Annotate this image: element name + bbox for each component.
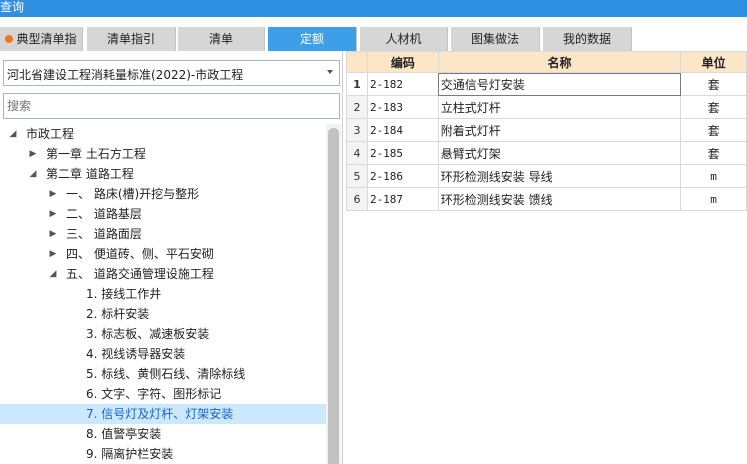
tree-node[interactable]: 8. 值警亭安装: [0, 424, 326, 444]
grid-header-row: 编码 名称 单位: [346, 51, 747, 73]
row-number[interactable]: 4: [346, 141, 368, 165]
name-cell[interactable]: 悬臂式灯架: [437, 141, 682, 165]
name-cell[interactable]: 附着式灯杆: [437, 118, 682, 142]
tree-node-label: 三、 道路面层: [66, 227, 142, 241]
tree-node-label: 8. 值警亭安装: [86, 427, 162, 441]
tree-node-label: 一、 路床(槽)开挖与整形: [66, 187, 200, 201]
tree-node[interactable]: ▶ 三、 道路面层: [0, 224, 326, 244]
table-row[interactable]: 2 2-183 立柱式灯杆套: [346, 95, 747, 119]
tree-scrollbar-thumb[interactable]: [328, 128, 339, 464]
expand-arrow-icon[interactable]: ▶: [48, 184, 58, 204]
tree-node[interactable]: 9. 隔离护栏安装: [0, 444, 326, 464]
tree-node[interactable]: ◢ 五、 道路交通管理设施工程: [0, 264, 326, 284]
expand-arrow-icon[interactable]: ▶: [28, 144, 38, 164]
tree-node[interactable]: 1. 接线工作井: [0, 284, 326, 304]
tree-node-label: 1. 接线工作井: [86, 287, 162, 301]
name-cell[interactable]: 立柱式灯杆: [437, 95, 682, 119]
tree-node[interactable]: ▶ 第一章 土石方工程: [0, 144, 326, 164]
unit-cell[interactable]: 套: [680, 72, 747, 96]
tree-node[interactable]: ▶ 二、 道路基层: [0, 204, 326, 224]
tab-list[interactable]: 清单: [178, 27, 265, 51]
row-number[interactable]: 3: [346, 118, 368, 142]
table-row[interactable]: 3 2-184 附着式灯杆套: [346, 118, 747, 142]
tab-my-data[interactable]: 我的数据: [543, 27, 632, 51]
tab-quota[interactable]: 定额: [268, 27, 357, 51]
collapse-arrow-icon[interactable]: ◢: [48, 264, 58, 284]
tree-node[interactable]: ▶ 一、 路床(槽)开挖与整形: [0, 184, 326, 204]
tree-node-label: 3. 标志板、减速板安装: [86, 327, 210, 341]
table-row[interactable]: 1 2-182 交通信号灯安装套: [346, 72, 747, 96]
tree-scrollbar[interactable]: [326, 124, 341, 464]
right-panel: 编码 名称 单位 1 2-182 交通信号灯安装套 2 2-183 立柱式灯杆套 3 2-18…: [346, 51, 747, 464]
library-select[interactable]: 河北省建设工程消耗量标准(2022)-市政工程: [3, 60, 340, 86]
window-title-bar: 查询: [0, 0, 747, 17]
grid-header-rownum: [346, 51, 368, 73]
orange-dot-icon: [5, 35, 14, 43]
tab-labor-material-machine[interactable]: 人材机: [360, 27, 448, 51]
expand-arrow-icon[interactable]: ▶: [48, 204, 58, 224]
code-cell[interactable]: 2-183: [366, 95, 439, 119]
tab-bar: 典型清单指引 清单指引 清单 定额 人材机 图集做法 我的数据: [0, 17, 747, 70]
code-cell[interactable]: 2-184: [366, 118, 439, 142]
tree-node[interactable]: 2. 标杆安装: [0, 304, 326, 324]
tree-node-label: 四、 便道砖、侧、平石安砌: [66, 247, 214, 261]
tree-node[interactable]: ▶ 四、 便道砖、侧、平石安砌: [0, 244, 326, 264]
quota-grid: 编码 名称 单位 1 2-182 交通信号灯安装套 2 2-183 立柱式灯杆套 3 2-18…: [346, 51, 747, 211]
tree-node-label: 5. 标线、黄侧石线、清除标线: [86, 367, 246, 381]
library-select-value: 河北省建设工程消耗量标准(2022)-市政工程: [7, 68, 244, 82]
tree-node[interactable]: 3. 标志板、减速板安装: [0, 324, 326, 344]
tree-node[interactable]: ◢ 第二章 道路工程: [0, 164, 326, 184]
unit-cell[interactable]: 套: [680, 118, 747, 142]
left-panel: 河北省建设工程消耗量标准(2022)-市政工程 ◢市政工程▶第一章 土石方工程◢…: [0, 51, 343, 464]
tree-node-label: 7. 信号灯及灯杆、灯架安装: [86, 407, 234, 421]
chevron-down-icon[interactable]: [327, 70, 333, 74]
tree-node[interactable]: ◢ 市政工程: [0, 124, 326, 144]
tree-node-label: 第二章 道路工程: [46, 167, 134, 181]
grid-header-unit[interactable]: 单位: [680, 51, 747, 73]
unit-cell[interactable]: 套: [680, 95, 747, 119]
name-cell[interactable]: 环形检测线安装 馈线: [437, 187, 682, 211]
tab-atlas-method[interactable]: 图集做法: [451, 27, 540, 51]
grid-header-name[interactable]: 名称: [437, 51, 682, 73]
chapter-tree: ◢ 市政工程 ▶ 第一章 土石方工程 ◢ 第二章 道路工程 ▶ 一、 路床(槽)开挖与整形 ▶ 二…: [0, 124, 326, 464]
tree-node-label: 6. 文字、字符、图形标记: [86, 387, 222, 401]
window-title: 查询: [0, 0, 25, 14]
code-cell[interactable]: 2-185: [366, 141, 439, 165]
grid-header-code[interactable]: 编码: [366, 51, 439, 73]
tree-node[interactable]: 4. 视线诱导器安装: [0, 344, 326, 364]
unit-cell[interactable]: m: [680, 164, 747, 188]
tree-node-label: 第一章 土石方工程: [46, 147, 146, 161]
collapse-arrow-icon[interactable]: ◢: [28, 164, 38, 184]
tree-node[interactable]: 6. 文字、字符、图形标记: [0, 384, 326, 404]
tree-node-label: 二、 道路基层: [66, 207, 142, 221]
code-cell[interactable]: 2-187: [366, 187, 439, 211]
row-number[interactable]: 5: [346, 164, 368, 188]
code-cell[interactable]: 2-186: [366, 164, 439, 188]
search-input[interactable]: [3, 93, 340, 119]
unit-cell[interactable]: 套: [680, 141, 747, 165]
tree-node-label: 9. 隔离护栏安装: [86, 447, 174, 461]
code-cell[interactable]: 2-182: [366, 72, 439, 96]
row-number[interactable]: 1: [346, 72, 368, 96]
tab-list-guide[interactable]: 清单指引: [87, 27, 176, 51]
collapse-arrow-icon[interactable]: ◢: [8, 124, 18, 144]
name-cell[interactable]: 交通信号灯安装: [437, 72, 682, 96]
unit-cell[interactable]: m: [680, 187, 747, 211]
tree-node-label: 市政工程: [26, 127, 75, 141]
tree-node-label: 2. 标杆安装: [86, 307, 150, 321]
table-row[interactable]: 6 2-187 环形检测线安装 馈线 m: [346, 187, 747, 211]
expand-arrow-icon[interactable]: ▶: [48, 224, 58, 244]
tree-node-label: 4. 视线诱导器安装: [86, 347, 186, 361]
name-cell[interactable]: 环形检测线安装 导线: [437, 164, 682, 188]
tree-node[interactable]: 5. 标线、黄侧石线、清除标线: [0, 364, 326, 384]
row-number[interactable]: 2: [346, 95, 368, 119]
tree-node-label: 五、 道路交通管理设施工程: [66, 267, 214, 281]
tab-typical-list-guide[interactable]: 典型清单指引: [0, 27, 83, 70]
table-row[interactable]: 4 2-185 悬臂式灯架套: [346, 141, 747, 165]
table-row[interactable]: 5 2-186 环形检测线安装 导线 m: [346, 164, 747, 188]
tree-node[interactable]: 7. 信号灯及灯杆、灯架安装: [0, 404, 326, 424]
expand-arrow-icon[interactable]: ▶: [48, 244, 58, 264]
row-number[interactable]: 6: [346, 187, 368, 211]
